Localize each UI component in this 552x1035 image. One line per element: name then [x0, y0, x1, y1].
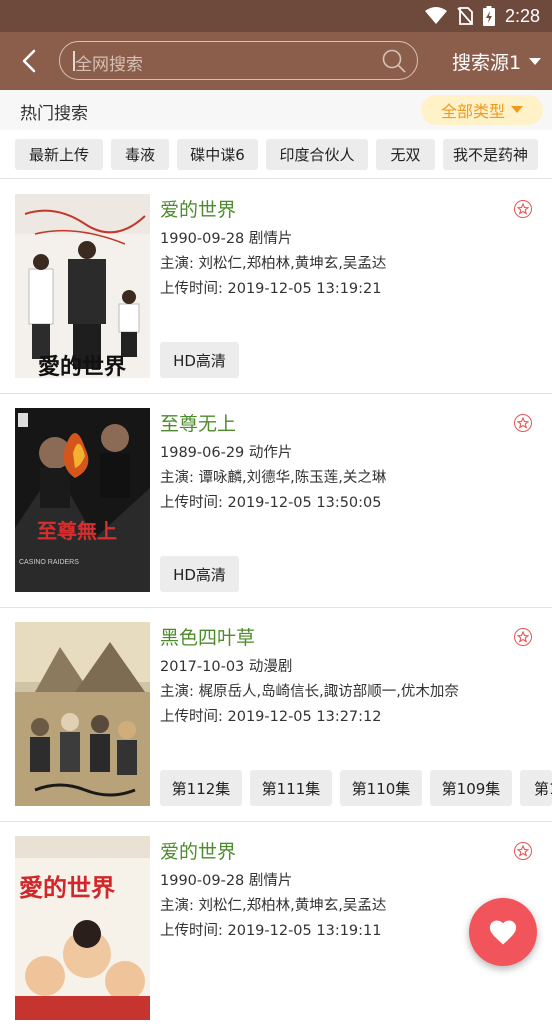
hot-tag[interactable]: 碟中谍6 — [177, 139, 258, 170]
result-meta: 1990-09-28 剧情片 — [160, 231, 293, 247]
result-meta: 2017-10-03 动漫剧 — [160, 659, 293, 675]
result-cast: 主演: 刘松仁,郑柏林,黄坤玄,吴孟达 — [160, 256, 387, 272]
back-arrow-icon — [22, 49, 36, 73]
result-upload-time: 上传时间: 2019-12-05 13:50:05 — [160, 495, 382, 511]
favorite-star-icon[interactable] — [514, 200, 532, 218]
result-title[interactable]: 爱的世界 — [160, 195, 236, 222]
episode-chip[interactable]: HD高清 — [160, 556, 239, 592]
search-icon[interactable] — [381, 48, 407, 74]
back-button[interactable] — [14, 46, 44, 76]
hot-tag[interactable]: 无双 — [376, 139, 435, 170]
poster-title-text: 至尊無上 — [37, 519, 117, 543]
hot-tags: 最新上传 毒液 碟中谍6 印度合伙人 无双 我不是药神 — [0, 130, 552, 178]
wifi-icon — [424, 7, 447, 24]
result-meta: 1990-09-28 剧情片 — [160, 873, 293, 889]
poster-image: 至尊無上 CASINO RAIDERS — [15, 408, 150, 592]
clock: 2:28 — [504, 6, 540, 26]
result-upload-time: 上传时间: 2019-12-05 13:19:11 — [160, 923, 382, 939]
app-bar: 全网搜索 搜索源1 — [0, 32, 552, 90]
episode-chip[interactable]: 第111集 — [250, 770, 332, 806]
result-cast: 主演: 刘松仁,郑柏林,黄坤玄,吴孟达 — [160, 898, 387, 914]
type-filter-label: 全部类型 — [440, 102, 505, 121]
dropdown-triangle-icon — [511, 106, 523, 113]
episode-chip[interactable]: 第110集 — [340, 770, 422, 806]
hot-tag[interactable]: 毒液 — [111, 139, 169, 170]
search-source-dropdown[interactable]: 搜索源1 — [452, 48, 542, 75]
result-item[interactable]: 至尊無上 CASINO RAIDERS 至尊无上 1989-06-29 动作片 … — [0, 393, 552, 607]
result-upload-time: 上传时间: 2019-12-05 13:27:12 — [160, 709, 382, 725]
hot-tag[interactable]: 我不是药神 — [443, 139, 538, 170]
result-item[interactable]: 愛的世界 爱的世界 1990-09-28 剧情片 主演: 刘松仁,郑柏林,黄坤玄… — [0, 179, 552, 393]
type-filter-button[interactable]: 全部类型 — [421, 95, 543, 125]
favorite-star-icon[interactable] — [514, 414, 532, 432]
episode-chip[interactable]: HD高清 — [160, 342, 239, 378]
poster-image — [15, 622, 150, 806]
heart-icon — [489, 920, 517, 945]
poster-title-text: 愛的世界 — [38, 354, 126, 378]
result-meta: 1989-06-29 动作片 — [160, 445, 293, 461]
svg-text:CASINO RAIDERS: CASINO RAIDERS — [19, 559, 79, 566]
dropdown-triangle-icon — [529, 57, 542, 65]
result-cast: 主演: 梶原岳人,岛崎信长,諏访部顺一,优木加奈 — [160, 684, 459, 700]
result-title[interactable]: 黑色四叶草 — [160, 623, 255, 650]
hot-tag[interactable]: 最新上传 — [15, 139, 103, 170]
result-title[interactable]: 爱的世界 — [160, 837, 236, 864]
no-sim-icon — [457, 7, 473, 25]
favorites-fab[interactable] — [469, 898, 537, 966]
episode-chip[interactable]: 第109集 — [430, 770, 512, 806]
poster-title-text: 愛的世界 — [19, 874, 115, 902]
episode-chip[interactable]: 第108集 — [520, 770, 552, 806]
status-bar: 2:28 — [0, 0, 552, 32]
hot-tag[interactable]: 印度合伙人 — [266, 139, 368, 170]
result-cast: 主演: 谭咏麟,刘德华,陈玉莲,关之琳 — [160, 470, 387, 486]
episode-chip-label: 第108集 — [534, 779, 552, 798]
search-source-label: 搜索源1 — [452, 52, 522, 74]
result-item[interactable]: 黑色四叶草 2017-10-03 动漫剧 主演: 梶原岳人,岛崎信长,諏访部顺一… — [0, 607, 552, 821]
hot-search-bar: 热门搜索 全部类型 — [0, 90, 552, 130]
result-upload-time: 上传时间: 2019-12-05 13:19:21 — [160, 281, 382, 297]
search-input[interactable]: 全网搜索 — [59, 41, 418, 80]
favorite-star-icon[interactable] — [514, 842, 532, 860]
episode-chip[interactable]: 第112集 — [160, 770, 242, 806]
poster-image: 愛的世界 — [15, 194, 150, 378]
result-title[interactable]: 至尊无上 — [160, 409, 236, 436]
hot-search-title: 热门搜索 — [20, 104, 88, 124]
favorite-star-icon[interactable] — [514, 628, 532, 646]
poster-image: 愛的世界 — [15, 836, 150, 1020]
battery-charging-icon — [482, 6, 495, 26]
search-placeholder: 全网搜索 — [75, 55, 143, 75]
